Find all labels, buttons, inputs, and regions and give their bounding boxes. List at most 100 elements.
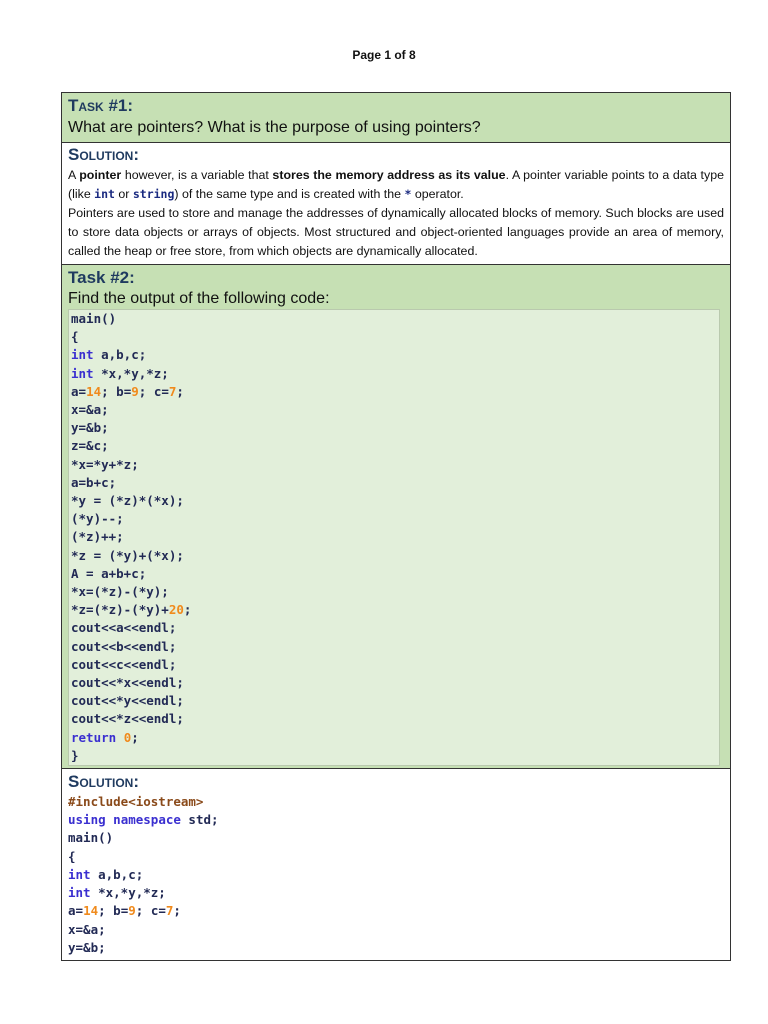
code-token: } bbox=[71, 747, 79, 763]
code-token: return bbox=[71, 729, 117, 745]
task1-heading: Task #1: bbox=[68, 96, 134, 115]
code-token: (*y)--; bbox=[71, 511, 124, 527]
code-token: ; c= bbox=[135, 903, 166, 919]
solution2-heading: Solution: bbox=[68, 772, 139, 792]
code-token: cout<<a<<endl; bbox=[71, 620, 177, 636]
code-line: y=&b; bbox=[71, 419, 717, 437]
code-line: x=&a; bbox=[71, 401, 717, 419]
code-line: *z=(*z)-(*y)+20; bbox=[71, 601, 717, 619]
code-line: *y = (*z)*(*x); bbox=[71, 492, 717, 510]
code-token: *y = (*z)*(*x); bbox=[71, 493, 184, 509]
task2-code-block: main(){int a,b,c; int *x,*y,*z; a=14; b=9;… bbox=[68, 309, 720, 767]
code-line: y=&b; bbox=[68, 939, 724, 957]
code-line: int a,b,c; bbox=[68, 866, 724, 884]
solution1-heading: Solution: bbox=[68, 145, 139, 164]
code-token: a,b,c; bbox=[90, 866, 144, 882]
code-token: int bbox=[71, 347, 94, 363]
code-token: ; bbox=[183, 602, 192, 618]
code-token: ; bbox=[173, 903, 181, 919]
text-bold: stores the memory address as its value bbox=[272, 168, 506, 182]
code-token: a= bbox=[68, 903, 84, 919]
code-token: *z = (*y)+(*x); bbox=[71, 547, 184, 563]
code-line: #include<iostream> bbox=[68, 793, 724, 811]
code-token: *x=(*z)-(*y); bbox=[71, 584, 169, 600]
text: or bbox=[114, 187, 133, 201]
code-line: cout<<a<<endl; bbox=[71, 619, 717, 637]
code-line: } bbox=[71, 747, 717, 765]
code-line: { bbox=[71, 328, 717, 346]
code-token: cout<<b<<endl; bbox=[71, 638, 177, 654]
code-token: ; bbox=[131, 729, 139, 745]
code-line: main() bbox=[71, 310, 717, 328]
code-token: y=&b; bbox=[71, 420, 109, 436]
text: ) of the same type and is created with t… bbox=[174, 187, 405, 201]
code-token: main() bbox=[71, 311, 117, 326]
code-token: *x,*y,*z; bbox=[90, 885, 166, 901]
text-bold: pointer bbox=[79, 168, 122, 182]
code-token: #include<iostream> bbox=[68, 794, 204, 810]
solution1-paragraph1: A pointer however, is a variable that st… bbox=[68, 166, 724, 204]
code-line: using namespace std; bbox=[68, 811, 724, 829]
solution2-section: Solution: #include<iostream> using namesp… bbox=[62, 769, 730, 960]
code-token: ; b= bbox=[98, 903, 129, 919]
code-line: cout<<*z<<endl; bbox=[71, 710, 717, 728]
code-line: int *x,*y,*z; bbox=[68, 884, 724, 902]
code-token: a= bbox=[71, 383, 87, 399]
code-line: *x=(*z)-(*y); bbox=[71, 583, 717, 601]
code-token: cout<<*z<<endl; bbox=[71, 711, 184, 727]
code-token: { bbox=[71, 329, 79, 345]
code-token: (*z)++; bbox=[71, 529, 124, 545]
code-token: ; c= bbox=[138, 383, 169, 399]
code-line: cout<<*x<<endl; bbox=[71, 674, 717, 692]
code-line: (*y)--; bbox=[71, 510, 717, 528]
code-token: 9 bbox=[128, 903, 136, 919]
code-token: 9 bbox=[131, 383, 139, 399]
code-token: cout<<*x<<endl; bbox=[71, 675, 184, 691]
code-line: int a,b,c; bbox=[71, 346, 717, 364]
code-token: A = a+b+c; bbox=[71, 565, 147, 581]
code-token: using bbox=[68, 812, 106, 828]
task-table: Task #1: What are pointers? What is the … bbox=[61, 92, 731, 962]
code-line: a=14; b=9; c=7; bbox=[71, 383, 717, 401]
task2-heading: Task #2: bbox=[68, 268, 135, 287]
code-token: namespace bbox=[113, 812, 181, 828]
code-line: a=14; b=9; c=7; bbox=[68, 902, 724, 920]
page-number: Page 1 of 8 bbox=[352, 48, 416, 62]
text: A bbox=[68, 168, 80, 182]
code-line: int *x,*y,*z; bbox=[71, 365, 717, 383]
code-line: A = a+b+c; bbox=[71, 565, 717, 583]
code-token: x=&a; bbox=[68, 921, 106, 937]
text: operator. bbox=[411, 187, 464, 201]
solution1-section: Solution: A pointer however, is a variab… bbox=[62, 143, 730, 265]
code-token: { bbox=[68, 848, 76, 864]
code-token: x=&a; bbox=[71, 402, 109, 418]
code-line: cout<<b<<endl; bbox=[71, 638, 717, 656]
code-line: cout<<*y<<endl; bbox=[71, 692, 717, 710]
code-line: main() bbox=[68, 829, 724, 847]
code-token: int bbox=[68, 885, 91, 901]
code-token: ; bbox=[176, 383, 184, 399]
code-line: *x=*y+*z; bbox=[71, 456, 717, 474]
task1-header: Task #1: What are pointers? What is the … bbox=[62, 93, 730, 143]
code-token: y=&b; bbox=[68, 939, 106, 955]
code-token: cout<<c<<endl; bbox=[71, 656, 177, 672]
code-token: *z=(*z)-(*y)+ bbox=[71, 602, 169, 618]
task2-question: Find the output of the following code: bbox=[68, 290, 330, 307]
code-token: int bbox=[71, 365, 94, 381]
code: #include<iostream> using namespace std; ma… bbox=[68, 793, 724, 957]
code-token: int bbox=[68, 866, 91, 882]
code-line: z=&c; bbox=[71, 437, 717, 455]
solution1-paragraph2: Pointers are used to store and manage th… bbox=[68, 206, 724, 258]
code-token: *x,*y,*z; bbox=[93, 365, 169, 381]
code-line: *z = (*y)+(*x); bbox=[71, 547, 717, 565]
code-line: cout<<c<<endl; bbox=[71, 656, 717, 674]
code-line: { bbox=[68, 848, 724, 866]
task1-question: What are pointers? What is the purpose o… bbox=[68, 119, 481, 136]
code-line: x=&a; bbox=[68, 921, 724, 939]
code-token: z=&c; bbox=[71, 438, 109, 454]
code-token: a,b,c; bbox=[93, 347, 147, 363]
code-line: (*z)++; bbox=[71, 528, 717, 546]
code-token: main() bbox=[68, 830, 114, 846]
code-inline: string bbox=[132, 187, 175, 201]
